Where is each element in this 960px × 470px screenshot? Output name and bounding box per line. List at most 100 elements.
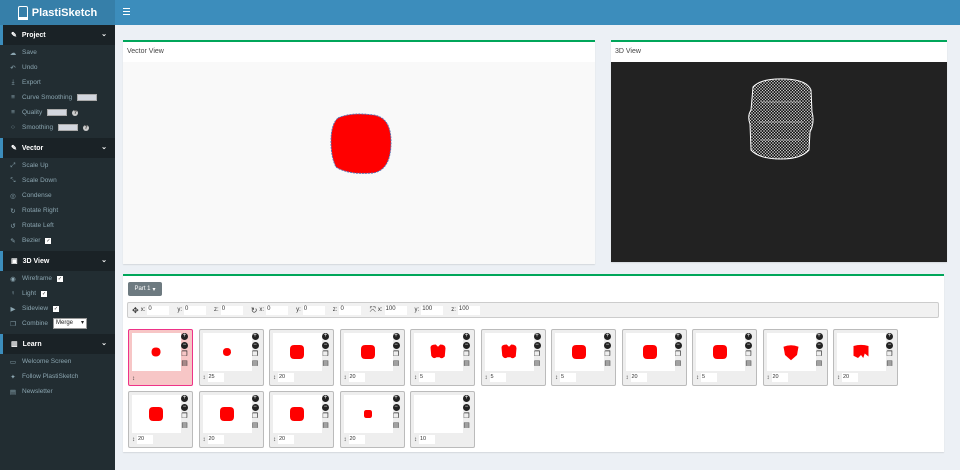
paste-layer-icon[interactable]: ▤: [322, 422, 329, 429]
layer-preview[interactable]: [273, 395, 322, 433]
light-checkbox[interactable]: ✓: [41, 290, 48, 297]
add-layer-icon[interactable]: +: [251, 395, 259, 402]
add-layer-icon[interactable]: +: [392, 395, 400, 402]
layer-height-input[interactable]: 20: [348, 373, 365, 382]
remove-layer-icon[interactable]: −: [322, 342, 329, 349]
remove-layer-icon[interactable]: −: [815, 342, 823, 349]
sidebar-item-curve-smoothing[interactable]: ≡ Curve Smoothing: [0, 90, 115, 105]
sidebar-item-bezier[interactable]: ✎ Bezier ✓: [0, 233, 115, 248]
sidebar-item-condense[interactable]: ◎ Condense: [0, 188, 115, 203]
paste-layer-icon[interactable]: ▤: [252, 360, 259, 367]
vector-shape[interactable]: [330, 113, 392, 174]
layer-tile[interactable]: + − ❐ ▤ ↕ 25: [198, 329, 264, 386]
remove-layer-icon[interactable]: −: [463, 404, 470, 411]
paste-layer-icon[interactable]: ▤: [393, 422, 400, 429]
layer-preview[interactable]: [132, 395, 181, 433]
quality-slider[interactable]: [47, 109, 68, 116]
sideview-checkbox[interactable]: ✓: [53, 305, 60, 312]
position-x-input[interactable]: 0: [147, 305, 170, 315]
copy-layer-icon[interactable]: ❐: [393, 351, 400, 358]
sidebar-item-combine[interactable]: ❐ Combine Merge: [0, 316, 115, 331]
add-layer-icon[interactable]: +: [604, 333, 611, 340]
remove-layer-icon[interactable]: −: [392, 404, 400, 411]
layer-tile[interactable]: + − ❐ ▤ ↕ 20: [762, 329, 828, 386]
layer-tile[interactable]: + − ❐ ▤ ↕ 5: [551, 329, 616, 386]
copy-layer-icon[interactable]: ❐: [745, 351, 752, 358]
layer-preview[interactable]: [202, 395, 252, 433]
layer-height-input[interactable]: 20: [278, 373, 294, 382]
layer-height-input[interactable]: 20: [207, 435, 224, 444]
combine-select[interactable]: Merge: [53, 318, 88, 329]
position-y-input[interactable]: 0: [184, 305, 207, 315]
copy-layer-icon[interactable]: ❐: [463, 413, 470, 420]
layer-preview[interactable]: [132, 333, 181, 371]
layer-tile[interactable]: + − ❐ ▤ ↕ 5: [692, 329, 757, 386]
bezier-checkbox[interactable]: ✓: [45, 237, 52, 244]
remove-layer-icon[interactable]: −: [181, 342, 188, 349]
layer-height-input[interactable]: 20: [771, 373, 788, 382]
sidebar-item-quality[interactable]: ≡ Quality?: [0, 105, 115, 120]
sidebar-item-sideview[interactable]: ▶ Sideview ✓: [0, 301, 115, 316]
paste-layer-icon[interactable]: ▤: [745, 360, 752, 367]
layer-tile[interactable]: + − ❐ ▤ ↕: [128, 329, 193, 386]
copy-layer-icon[interactable]: ❐: [463, 351, 470, 358]
sidebar-item-save[interactable]: ☁ Save: [0, 45, 115, 60]
layer-height-input[interactable]: 5: [560, 373, 576, 382]
layer-preview[interactable]: [484, 333, 534, 371]
remove-layer-icon[interactable]: −: [674, 342, 682, 349]
menu-toggle-icon[interactable]: [123, 8, 130, 15]
layer-tile[interactable]: + − ❐ ▤ ↕ 20: [198, 391, 264, 448]
layer-height-input[interactable]: 25: [207, 373, 224, 382]
copy-layer-icon[interactable]: ❐: [252, 351, 259, 358]
remove-layer-icon[interactable]: −: [745, 342, 752, 349]
copy-layer-icon[interactable]: ❐: [322, 351, 329, 358]
sidebar-item-scale-up[interactable]: ⤢ Scale Up: [0, 158, 115, 173]
sidebar-item-wireframe[interactable]: ◉ Wireframe ✓: [0, 271, 115, 286]
scale-x-input[interactable]: 100: [384, 305, 407, 315]
remove-layer-icon[interactable]: −: [886, 342, 893, 349]
remove-layer-icon[interactable]: −: [322, 404, 329, 411]
layer-height-input[interactable]: 5: [419, 373, 435, 382]
part-dropdown-button[interactable]: Part 1 ▾: [128, 282, 162, 296]
sidebar-item-rotate-right[interactable]: ↻ Rotate Right: [0, 203, 115, 218]
add-layer-icon[interactable]: +: [674, 333, 682, 340]
layer-tile[interactable]: + − ❐ ▤ ↕ 20: [833, 329, 898, 386]
remove-layer-icon[interactable]: −: [604, 342, 611, 349]
layer-height-input[interactable]: 20: [137, 435, 153, 444]
remove-layer-icon[interactable]: −: [181, 404, 188, 411]
add-layer-icon[interactable]: +: [392, 333, 400, 340]
sidebar-item-rotate-left[interactable]: ↺ Rotate Left: [0, 218, 115, 233]
question-circle-icon[interactable]: ?: [83, 124, 90, 131]
add-layer-icon[interactable]: +: [181, 333, 188, 340]
curve-smoothing-slider[interactable]: [77, 94, 98, 101]
layer-tile[interactable]: + − ❐ ▤ ↕ 20: [128, 391, 193, 448]
copy-layer-icon[interactable]: ❐: [886, 351, 893, 358]
sidebar-section-vector[interactable]: ✎ Vector ⌄: [0, 138, 115, 158]
rotation-y-input[interactable]: 0: [302, 305, 325, 315]
wireframe-checkbox[interactable]: ✓: [56, 275, 63, 282]
app-logo[interactable]: PlastiSketch: [0, 0, 115, 25]
layer-preview[interactable]: [837, 333, 886, 371]
sidebar-item-follow-plastisketch[interactable]: ✦ Follow PlastiSketch: [0, 369, 115, 384]
paste-layer-icon[interactable]: ▤: [463, 422, 470, 429]
paste-layer-icon[interactable]: ▤: [181, 360, 188, 367]
add-layer-icon[interactable]: +: [251, 333, 259, 340]
add-layer-icon[interactable]: +: [815, 333, 823, 340]
copy-layer-icon[interactable]: ❐: [322, 413, 329, 420]
layer-tile[interactable]: + − ❐ ▤ ↕ 20: [269, 329, 334, 386]
sidebar-item-welcome-screen[interactable]: ▭ Welcome Screen: [0, 354, 115, 369]
layer-preview[interactable]: [343, 395, 393, 433]
sidebar-item-export[interactable]: ⤓ Export: [0, 75, 115, 90]
layer-preview[interactable]: [414, 395, 463, 433]
paste-layer-icon[interactable]: ▤: [816, 360, 823, 367]
layer-preview[interactable]: [273, 333, 322, 371]
remove-layer-icon[interactable]: −: [392, 342, 400, 349]
sidebar-item-newsletter[interactable]: ▤ Newsletter: [0, 384, 115, 399]
layer-tile[interactable]: + − ❐ ▤ ↕ 5: [410, 329, 475, 386]
scale-y-input[interactable]: 100: [421, 305, 444, 315]
paste-layer-icon[interactable]: ▤: [322, 360, 329, 367]
layer-preview[interactable]: [202, 333, 252, 371]
smoothing-slider[interactable]: [58, 124, 79, 131]
copy-layer-icon[interactable]: ❐: [393, 413, 400, 420]
add-layer-icon[interactable]: +: [463, 395, 470, 402]
